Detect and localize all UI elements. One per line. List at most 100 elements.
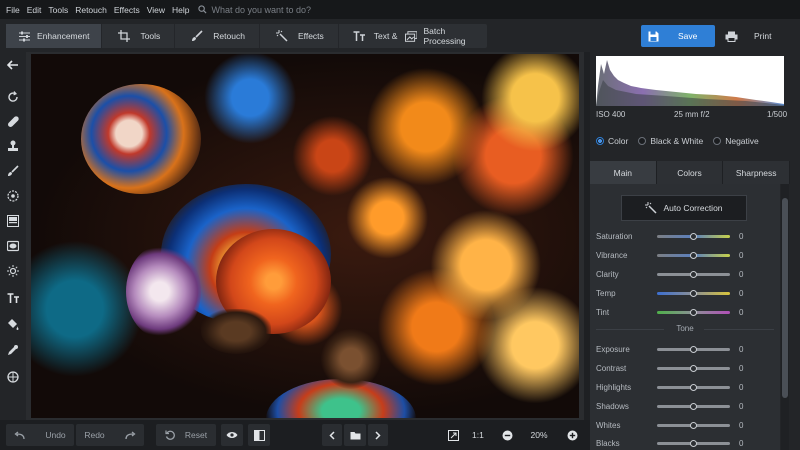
menu-edit[interactable]: Edit [27, 5, 42, 15]
vignette-icon[interactable] [5, 238, 21, 254]
tint-knob[interactable] [690, 308, 697, 316]
zoom-in-button[interactable] [563, 424, 581, 446]
tab-colors[interactable]: Colors [656, 161, 724, 184]
contrast-knob[interactable] [690, 364, 697, 372]
menu-effects[interactable]: Effects [114, 5, 140, 15]
vibrance-knob[interactable] [690, 251, 697, 259]
redo-button[interactable]: Redo [76, 424, 144, 446]
fill-icon[interactable] [5, 316, 21, 332]
fit-screen-icon [447, 429, 459, 441]
radio-black-white[interactable] [638, 137, 647, 145]
highlights-value: 0 [739, 382, 744, 392]
print-button[interactable]: Print [721, 25, 795, 47]
mode-black-white-label: Black & White [650, 136, 704, 146]
tab-effects[interactable]: Effects [260, 24, 339, 48]
saturation-knob[interactable] [690, 232, 697, 240]
tab-sharpness[interactable]: Sharpness [723, 161, 791, 184]
print-label: Print [754, 31, 772, 41]
saturation-slider[interactable]: Saturation 0 [596, 229, 776, 243]
contrast-slider[interactable]: Contrast 0 [596, 361, 776, 375]
panel-scrollbar[interactable] [781, 184, 789, 450]
color-picker-icon[interactable] [5, 342, 21, 358]
whites-value: 0 [739, 420, 744, 430]
fit-to-screen-button[interactable] [442, 424, 464, 446]
reset-label: Reset [184, 430, 208, 440]
menu-help[interactable]: Help [172, 5, 189, 15]
undo-button[interactable]: Undo [6, 424, 74, 446]
photo[interactable] [31, 54, 579, 418]
prev-image-button[interactable] [322, 424, 342, 446]
zoom-out-button[interactable] [498, 424, 516, 446]
blacks-slider[interactable]: Blacks 0 [596, 436, 776, 450]
eye-icon [226, 432, 238, 438]
exposure-slider[interactable]: Exposure 0 [596, 342, 776, 356]
mode-black-white[interactable]: Black & White [638, 136, 703, 146]
magic-wand-icon [645, 202, 657, 214]
tab-tools[interactable]: Tools [102, 24, 176, 48]
mode-negative-label: Negative [725, 136, 759, 146]
healing-icon[interactable] [5, 114, 21, 130]
highlights-slider[interactable]: Highlights 0 [596, 380, 776, 394]
search-box[interactable]: What do you want to do? [198, 5, 311, 15]
rotate-icon[interactable] [5, 89, 21, 105]
panel-scrollbar-thumb[interactable] [782, 198, 788, 398]
radial-filter-icon[interactable] [5, 188, 21, 204]
back-arrow-icon[interactable] [5, 57, 21, 73]
mode-negative[interactable]: Negative [713, 136, 759, 146]
next-image-button[interactable] [368, 424, 388, 446]
clarity-knob[interactable] [690, 270, 697, 278]
tab-main[interactable]: Main [590, 161, 657, 184]
shadows-knob[interactable] [690, 402, 697, 410]
batch-icon [405, 30, 418, 42]
zoom-value-text: 20% [530, 430, 548, 440]
mode-color[interactable]: Color [596, 136, 628, 146]
whites-knob[interactable] [690, 421, 697, 429]
gradient-filter-icon[interactable] [5, 213, 21, 229]
menu-tools[interactable]: Tools [48, 5, 68, 15]
clarity-label: Clarity [596, 269, 619, 279]
vibrance-slider[interactable]: Vibrance 0 [596, 248, 776, 262]
blacks-value: 0 [739, 438, 744, 448]
main-toolbar: Enhancement Tools Retouch Effects Text &… [0, 19, 800, 52]
tab-retouch[interactable]: Retouch [175, 24, 260, 48]
preview-eye-button[interactable] [221, 424, 243, 446]
save-button[interactable]: Save [641, 25, 715, 47]
auto-correction-label: Auto Correction [663, 203, 723, 213]
whites-slider[interactable]: Whites 0 [596, 418, 776, 432]
clarity-slider[interactable]: Clarity 0 [596, 267, 776, 281]
temp-knob[interactable] [690, 289, 697, 297]
tab-enhancement[interactable]: Enhancement [6, 24, 103, 48]
menu-view[interactable]: View [147, 5, 165, 15]
batch-processing-button[interactable]: Batch Processing [399, 24, 487, 48]
actual-size-button[interactable]: 1:1 [472, 424, 484, 446]
light-icon[interactable] [5, 263, 21, 279]
globe-icon[interactable] [5, 369, 21, 385]
highlights-knob[interactable] [690, 383, 697, 391]
brush-tool-icon[interactable] [5, 163, 21, 179]
menu-retouch[interactable]: Retouch [75, 5, 107, 15]
temp-slider[interactable]: Temp 0 [596, 286, 776, 300]
radio-color[interactable] [596, 137, 604, 145]
radio-negative[interactable] [713, 137, 722, 145]
image-canvas[interactable] [26, 52, 584, 420]
menu-file[interactable]: File [6, 5, 20, 15]
stamp-icon[interactable] [5, 138, 21, 154]
blacks-knob[interactable] [690, 439, 697, 447]
open-folder-button[interactable] [344, 424, 366, 446]
compare-button[interactable] [248, 424, 270, 446]
zoom-value[interactable]: 20% [520, 424, 558, 446]
reset-button[interactable]: Reset [156, 424, 216, 446]
lamp-mid-stem [321, 329, 381, 389]
text-tool-icon[interactable] [5, 290, 21, 306]
exposure-knob[interactable] [690, 345, 697, 353]
folder-icon [350, 431, 360, 439]
menu-bar: File Edit Tools Retouch Effects View Hel… [0, 0, 800, 19]
shadows-slider[interactable]: Shadows 0 [596, 399, 776, 413]
magic-wand-icon [275, 30, 288, 42]
left-tool-strip [0, 52, 26, 420]
contrast-label: Contrast [596, 363, 627, 373]
search-icon [198, 5, 207, 14]
tint-slider[interactable]: Tint 0 [596, 305, 776, 319]
auto-correction-button[interactable]: Auto Correction [621, 195, 747, 221]
blacks-label: Blacks [596, 438, 620, 448]
